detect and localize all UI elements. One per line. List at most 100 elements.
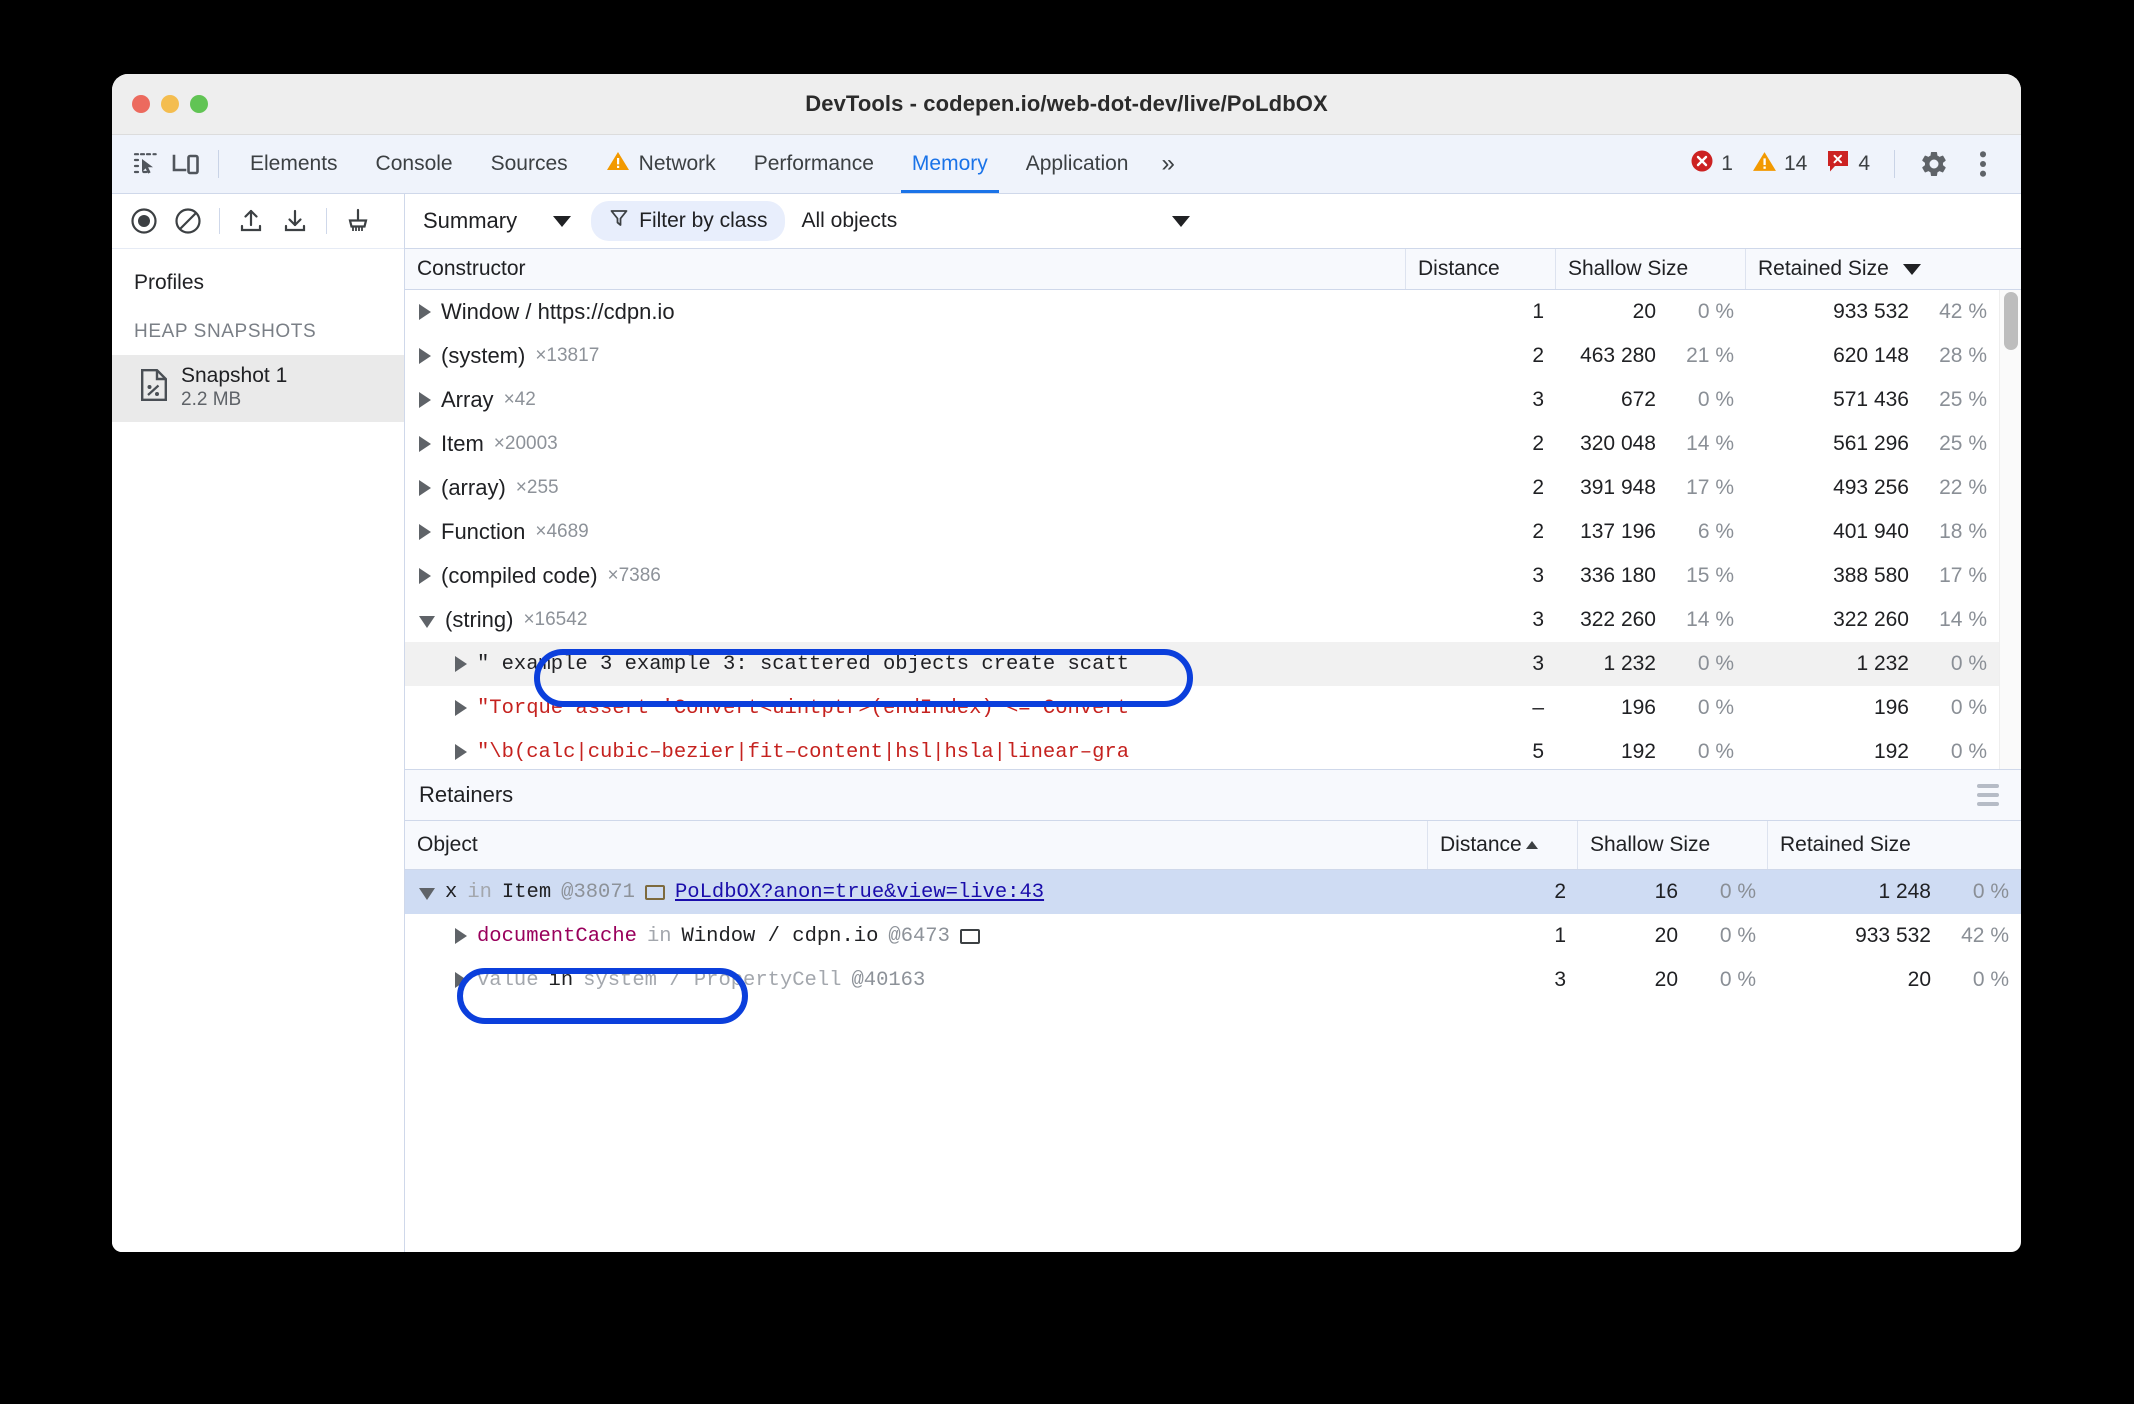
tab-elements[interactable]: Elements: [231, 135, 357, 193]
retained-size-percent: 18 %: [1939, 520, 1987, 544]
chevron-right-icon[interactable]: [419, 568, 431, 585]
object-path-segment: system / PropertyCell: [583, 968, 842, 992]
column-header-retained-size[interactable]: Retained Size: [1746, 249, 1999, 289]
devtools-tabbar: Elements Console Sources Network Perform…: [112, 135, 2021, 194]
chevron-right-icon[interactable]: [455, 972, 467, 988]
clear-icon[interactable]: [166, 199, 210, 243]
tab-performance[interactable]: Performance: [735, 135, 893, 193]
table-row[interactable]: (compiled code) ×7386 3 336 180 15 % 388 580 1…: [405, 554, 2021, 598]
table-row[interactable]: Window / https://cdpn.io 1 20 0 % 933 532 42 …: [405, 290, 2021, 334]
chevron-right-icon[interactable]: [455, 656, 467, 673]
warning-count-badge[interactable]: 14: [1745, 150, 1814, 179]
retained-size-percent: 17 %: [1939, 564, 1987, 588]
chevron-right-icon[interactable]: [419, 524, 431, 541]
object-path-segment: in: [646, 924, 672, 948]
record-icon[interactable]: [122, 199, 166, 243]
sort-asc-icon: [1525, 841, 1538, 849]
tab-sources[interactable]: Sources: [472, 135, 587, 193]
table-row[interactable]: (array) ×255 2 391 948 17 % 493 256 22 %: [405, 466, 2021, 510]
column-header-shallow-size[interactable]: Shallow Size: [1578, 821, 1768, 869]
table-row[interactable]: x in Item @38071 PoLdbOX?anon=true&view=live…: [405, 870, 2021, 914]
column-header-constructor[interactable]: Constructor: [405, 249, 1406, 290]
table-row[interactable]: "\b(calc|cubic–bezier|fit–content|hsl|hs…: [405, 730, 2021, 769]
column-header-retained-size[interactable]: Retained Size: [1768, 821, 2021, 869]
warning-triangle-icon: [1752, 150, 1777, 179]
warning-triangle-icon: [606, 150, 630, 178]
distance-value: 1: [1554, 924, 1566, 947]
retained-size-percent: 0 %: [1972, 968, 2009, 991]
tab-console[interactable]: Console: [357, 135, 472, 193]
shallow-size-value: 320 048: [1580, 432, 1656, 456]
chevron-right-icon[interactable]: [419, 436, 431, 453]
table-row[interactable]: " example 3 example 3: scattered objects…: [405, 642, 2021, 687]
retained-size-percent: 25 %: [1939, 432, 1987, 456]
retained-size-value: 493 256: [1833, 476, 1909, 500]
scrollbar-thumb[interactable]: [2004, 292, 2018, 351]
table-row[interactable]: Array ×42 3 672 0 % 571 436 25 %: [405, 378, 2021, 422]
column-header-distance[interactable]: Distance: [1406, 249, 1556, 290]
constructor-name: Array: [441, 387, 494, 413]
gear-icon[interactable]: [1912, 142, 1956, 186]
shallow-size-percent: 0 %: [1719, 880, 1756, 903]
retained-size-value: 620 148: [1833, 344, 1909, 368]
source-location-link[interactable]: PoLdbOX?anon=true&view=live:43: [675, 881, 1044, 904]
retained-size: 933 532 42 %: [1746, 290, 1999, 334]
sidebar-toolbar-divider: [219, 208, 220, 234]
filter-by-class-input[interactable]: Filter by class: [591, 201, 786, 241]
constructor-cell: " example 3 example 3: scattered objects…: [405, 642, 1406, 686]
table-row[interactable]: "Torque assert 'Convert<uintptr>(endInde…: [405, 686, 2021, 730]
table-row[interactable]: Item ×20003 2 320 048 14 % 561 296 25 %: [405, 422, 2021, 466]
column-header-shallow-size[interactable]: Shallow Size: [1556, 249, 1746, 290]
save-profile-icon[interactable]: [273, 199, 317, 243]
column-header-object[interactable]: Object: [405, 821, 1428, 869]
hamburger-menu-icon[interactable]: [1977, 784, 1999, 806]
shallow-size-percent: 0 %: [1697, 652, 1734, 676]
more-vertical-icon[interactable]: [1961, 142, 2005, 186]
table-row[interactable]: value in system / PropertyCell @40163 3 20 0 %…: [405, 958, 2021, 1002]
error-count-badge[interactable]: 1: [1683, 149, 1740, 179]
distance: –: [1406, 686, 1556, 730]
constructor-name: (system): [441, 343, 526, 369]
chevron-right-icon[interactable]: [455, 744, 467, 761]
error-count: 1: [1721, 152, 1733, 175]
view-mode-select[interactable]: Summary: [413, 208, 581, 234]
constructor-cell: "\b(calc|cubic–bezier|fit–content|hsl|hs…: [405, 730, 1406, 769]
issues-count-badge[interactable]: 4: [1819, 149, 1877, 179]
distance: 3: [1406, 642, 1556, 686]
chevron-right-icon[interactable]: [419, 392, 431, 409]
more-tabs-button[interactable]: »: [1147, 135, 1188, 193]
chevron-right-icon[interactable]: [419, 480, 431, 497]
inspect-element-icon[interactable]: [126, 144, 166, 184]
table-row[interactable]: documentCache in Window / cdpn.io @6473 1 20 0…: [405, 914, 2021, 958]
heap-snapshot-file-icon: [140, 368, 168, 407]
object-box-icon: [644, 884, 665, 900]
constructor-vertical-scrollbar[interactable]: [1999, 290, 2021, 769]
retained-size-value: 20: [1907, 968, 1931, 991]
chevron-down-icon[interactable]: [419, 616, 435, 629]
chevron-right-icon[interactable]: [419, 348, 431, 365]
column-label: Distance: [1440, 833, 1522, 856]
tab-application[interactable]: Application: [1007, 135, 1148, 193]
device-toolbar-icon[interactable]: [166, 144, 206, 184]
table-row[interactable]: Function ×4689 2 137 196 6 % 401 940 18 %: [405, 510, 2021, 554]
load-profile-icon[interactable]: [229, 199, 273, 243]
chevron-right-icon[interactable]: [455, 700, 467, 717]
shallow-size: 1 232 0 %: [1556, 642, 1746, 686]
chevron-right-icon[interactable]: [419, 304, 431, 321]
collect-garbage-icon[interactable]: [336, 199, 380, 243]
column-header-distance[interactable]: Distance: [1428, 821, 1578, 869]
retained-size: 1 248 0 %: [1768, 870, 2021, 914]
chevron-right-icon[interactable]: [455, 928, 467, 944]
retained-size-percent: 0 %: [1950, 696, 1987, 720]
tab-network[interactable]: Network: [587, 135, 735, 193]
retained-size-value: 571 436: [1833, 388, 1909, 412]
chevron-down-icon[interactable]: [419, 888, 435, 900]
tab-label: Network: [638, 152, 716, 175]
tab-memory[interactable]: Memory: [893, 135, 1007, 193]
objects-filter-select[interactable]: All objects: [801, 209, 1191, 233]
sidebar-item-snapshot-1[interactable]: Snapshot 1 2.2 MB: [112, 355, 404, 423]
column-label: Constructor: [417, 257, 526, 281]
distance-value: 3: [1532, 388, 1544, 412]
table-row[interactable]: (system) ×13817 2 463 280 21 % 620 148 28 %: [405, 334, 2021, 378]
table-row[interactable]: (string) ×16542 3 322 260 14 % 322 260 14 %: [405, 598, 2021, 642]
